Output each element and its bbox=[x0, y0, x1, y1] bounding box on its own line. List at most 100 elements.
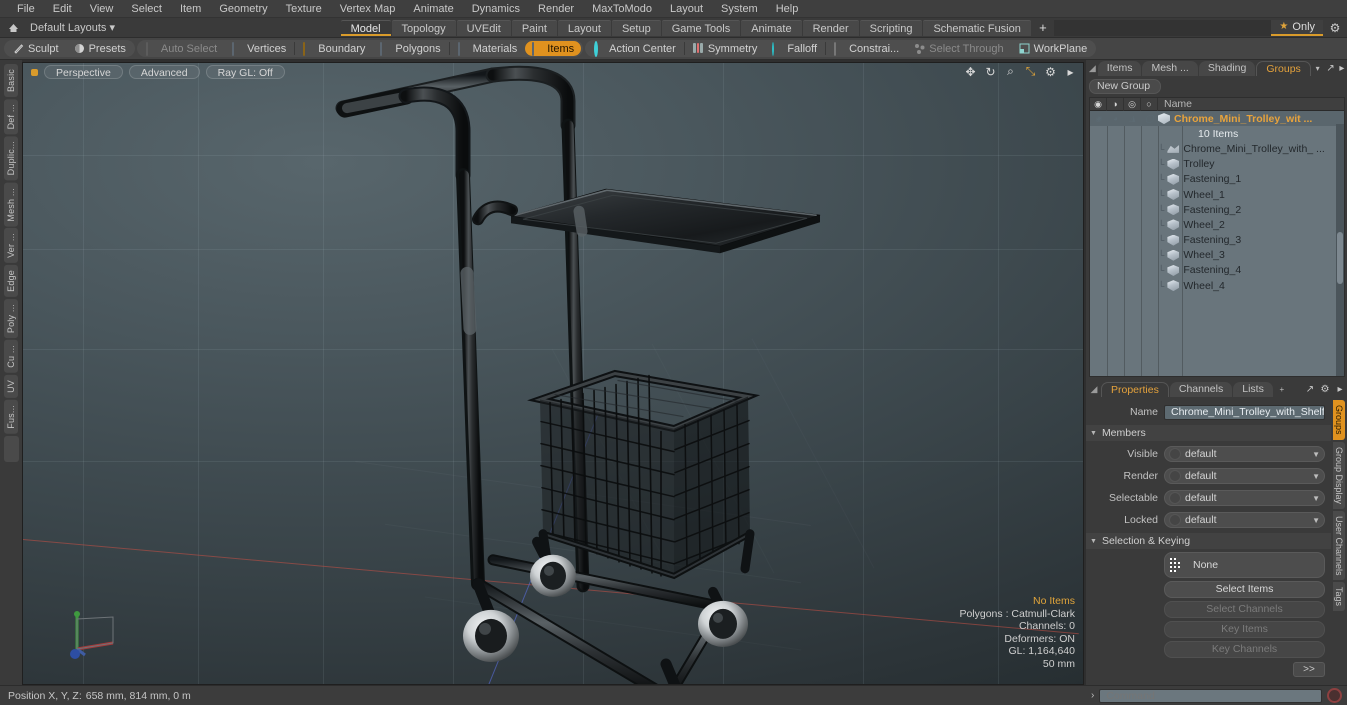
locked-dropdown[interactable]: default ▼ bbox=[1164, 512, 1325, 528]
presets-button[interactable]: Presets bbox=[67, 41, 133, 56]
left-tab-curve[interactable]: Cu ... bbox=[4, 340, 18, 373]
fit-icon[interactable]: ⤡ bbox=[1024, 64, 1037, 78]
table-row[interactable]: └ Fastening_2 bbox=[1090, 202, 1344, 217]
render-dropdown[interactable]: default ▼ bbox=[1164, 468, 1325, 484]
side-tab-user-channels[interactable]: User Channels bbox=[1333, 510, 1345, 581]
action-center-button[interactable]: Action Center bbox=[587, 41, 683, 57]
pan-icon[interactable]: ✥ bbox=[964, 65, 977, 79]
tab-layout[interactable]: Layout bbox=[557, 19, 611, 36]
gear-icon[interactable]: ⚙ bbox=[1044, 65, 1057, 79]
tab-uvedit[interactable]: UVEdit bbox=[456, 19, 511, 36]
viewport-shading-dropdown[interactable]: Advanced bbox=[128, 65, 200, 79]
left-tab-fusion[interactable]: Fus... bbox=[4, 399, 18, 434]
left-tab-basic[interactable]: Basic bbox=[4, 64, 18, 98]
expand-more-button[interactable]: >> bbox=[1293, 662, 1325, 677]
left-tab-edge[interactable]: Edge bbox=[4, 265, 18, 298]
workplane-button[interactable]: WorkPlane bbox=[1012, 41, 1095, 56]
panel-pin-icon[interactable]: ◢ bbox=[1088, 384, 1100, 395]
tab-setup[interactable]: Setup bbox=[611, 19, 661, 36]
symmetry-button[interactable]: Symmetry bbox=[686, 41, 765, 56]
table-row[interactable]: └ Fastening_1 bbox=[1090, 172, 1344, 187]
side-tab-tags[interactable]: Tags bbox=[1333, 582, 1345, 612]
visible-dropdown[interactable]: default ▼ bbox=[1164, 446, 1325, 462]
table-row[interactable]: └ Wheel_1 bbox=[1090, 187, 1344, 202]
boundary-button[interactable]: Boundary bbox=[296, 41, 372, 56]
right-tab-shading[interactable]: Shading bbox=[1198, 61, 1256, 76]
tab-channels[interactable]: Channels bbox=[1169, 382, 1233, 397]
table-row[interactable]: └ Wheel_4 bbox=[1090, 278, 1344, 293]
left-tab-deform[interactable]: Def ... bbox=[4, 99, 18, 135]
menu-item-vertex-map[interactable]: Vertex Map bbox=[331, 0, 405, 18]
constraint-button[interactable]: Constrai... bbox=[827, 41, 906, 56]
table-row[interactable]: └ Fastening_4 bbox=[1090, 263, 1344, 278]
left-tab-mesh[interactable]: Mesh ... bbox=[4, 182, 18, 227]
tab-model[interactable]: Model bbox=[340, 19, 391, 36]
render-icon[interactable]: ◑ bbox=[1107, 97, 1124, 111]
menu-item-item[interactable]: Item bbox=[171, 0, 210, 18]
menu-item-view[interactable]: View bbox=[81, 0, 123, 18]
expand-icon[interactable]: ↗ bbox=[1326, 63, 1336, 74]
right-tab-mesh[interactable]: Mesh ... bbox=[1142, 61, 1198, 76]
add-properties-tab[interactable]: + bbox=[1274, 385, 1290, 394]
tab-render[interactable]: Render bbox=[802, 19, 859, 36]
materials-button[interactable]: Materials bbox=[451, 41, 525, 56]
tab-lists[interactable]: Lists bbox=[1233, 382, 1273, 397]
panel-pin-icon[interactable]: ◢ bbox=[1088, 63, 1097, 74]
new-group-button[interactable]: New Group bbox=[1089, 79, 1161, 94]
table-row[interactable]: └ Wheel_2 bbox=[1090, 217, 1344, 232]
left-tab-duplicate[interactable]: Duplic... bbox=[4, 136, 18, 181]
left-tab-polygon[interactable]: Poly ... bbox=[4, 299, 18, 339]
members-section-header[interactable]: ▼ Members bbox=[1086, 425, 1331, 441]
side-tab-groups[interactable]: Groups bbox=[1333, 400, 1345, 440]
add-tab-button[interactable]: + bbox=[1032, 20, 1054, 36]
3d-viewport[interactable]: Perspective Advanced Ray GL: Off ✥ ↻ ⌕ ⤡… bbox=[22, 62, 1084, 685]
select-through-button[interactable]: Select Through bbox=[907, 41, 1010, 56]
none-selector[interactable]: None bbox=[1164, 552, 1325, 578]
lock-icon[interactable]: ◯ bbox=[1141, 111, 1158, 126]
right-tab-groups[interactable]: Groups bbox=[1256, 61, 1311, 76]
tab-schematic-fusion[interactable]: Schematic Fusion bbox=[923, 19, 1031, 36]
selection-keying-section-header[interactable]: ▼ Selection & Keying bbox=[1086, 533, 1331, 549]
auto-select-button[interactable]: Auto Select bbox=[139, 41, 224, 56]
select-icon[interactable]: ◮ bbox=[1124, 111, 1141, 126]
sculpt-button[interactable]: Sculpt bbox=[6, 41, 66, 56]
more-icon[interactable]: ▸ bbox=[1064, 65, 1077, 79]
table-row[interactable]: └ Trolley bbox=[1090, 157, 1344, 172]
viewport-view-dropdown[interactable]: Perspective bbox=[44, 65, 123, 79]
name-field[interactable]: Chrome_Mini_Trolley_with_Shelf_ bbox=[1164, 404, 1325, 420]
only-toggle[interactable]: ★ Only bbox=[1271, 19, 1324, 36]
menu-item-select[interactable]: Select bbox=[122, 0, 171, 18]
table-row[interactable]: ◉ ◕ ◮ ◯ Chrome_Mini_Trolley_wit ... bbox=[1090, 111, 1344, 127]
menu-item-texture[interactable]: Texture bbox=[277, 0, 331, 18]
default-layouts-dropdown[interactable]: Default Layouts ▾ bbox=[22, 20, 123, 36]
falloff-button[interactable]: Falloff bbox=[765, 41, 824, 56]
gear-icon[interactable]: ⚙ bbox=[1318, 384, 1332, 395]
right-tab-items[interactable]: Items bbox=[1097, 61, 1142, 76]
menu-item-maxtomodo[interactable]: MaxToModo bbox=[583, 0, 661, 18]
items-button[interactable]: Items bbox=[525, 41, 582, 56]
polygons-button[interactable]: Polygons bbox=[373, 41, 447, 56]
eye-icon[interactable]: ◉ bbox=[1090, 111, 1107, 126]
more-icon[interactable]: ▸ bbox=[1333, 384, 1347, 395]
side-tab-group-display[interactable]: Group Display bbox=[1333, 441, 1345, 509]
rotate-icon[interactable]: ↻ bbox=[984, 65, 997, 79]
table-row[interactable]: └ Chrome_Mini_Trolley_with_ ... bbox=[1090, 141, 1344, 156]
menu-item-system[interactable]: System bbox=[712, 0, 767, 18]
tree-scrollbar[interactable] bbox=[1336, 124, 1344, 376]
vertices-button[interactable]: Vertices bbox=[225, 41, 293, 56]
zoom-icon[interactable]: ⌕ bbox=[1004, 64, 1017, 78]
table-row[interactable]: └ Wheel_3 bbox=[1090, 248, 1344, 263]
select-icon[interactable]: ◎ bbox=[1124, 97, 1141, 111]
menu-item-dynamics[interactable]: Dynamics bbox=[463, 0, 529, 18]
left-tab-collapsed[interactable] bbox=[3, 435, 19, 462]
menu-item-file[interactable]: File bbox=[8, 0, 44, 18]
lock-icon[interactable]: ○ bbox=[1141, 97, 1158, 111]
tab-animate[interactable]: Animate bbox=[741, 19, 802, 36]
chevron-down-icon[interactable]: ▾ bbox=[1312, 64, 1324, 73]
menu-item-animate[interactable]: Animate bbox=[404, 0, 462, 18]
tab-paint[interactable]: Paint bbox=[511, 19, 557, 36]
select-items-button[interactable]: Select Items bbox=[1164, 581, 1325, 598]
scrollbar-thumb[interactable] bbox=[1337, 232, 1343, 284]
tab-scripting[interactable]: Scripting bbox=[859, 19, 923, 36]
more-icon[interactable]: ▸ bbox=[1337, 63, 1347, 74]
